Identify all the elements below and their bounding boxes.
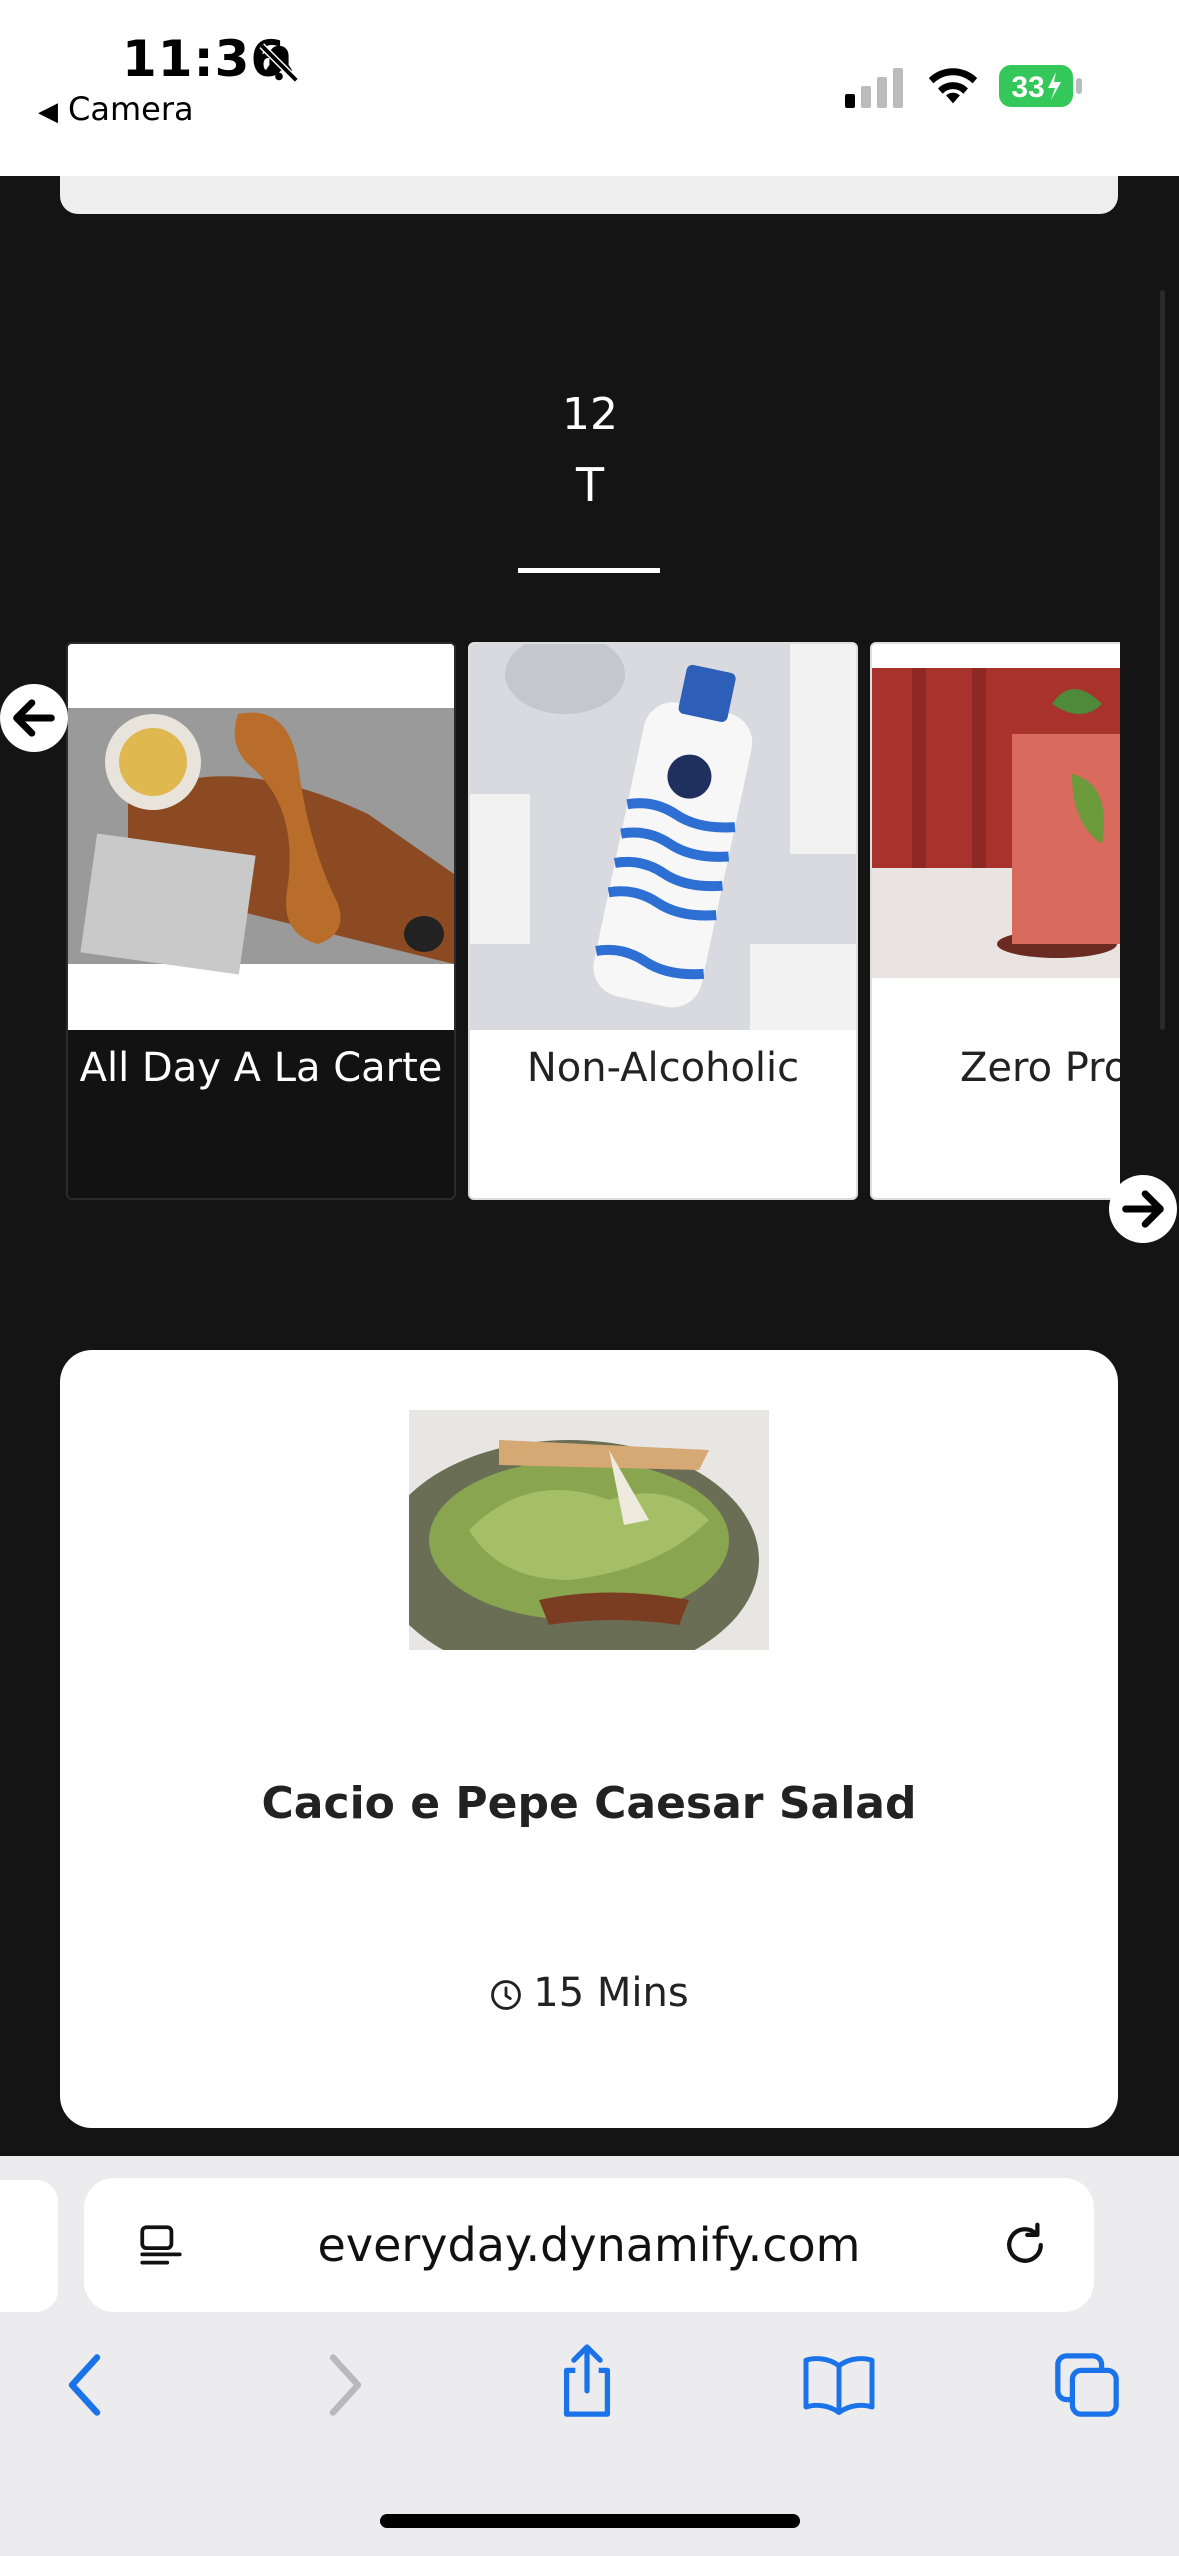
- date-selector[interactable]: 12 T: [480, 380, 700, 520]
- chevron-left-icon: [68, 2354, 101, 2416]
- caesar-salad-image: [379, 1410, 769, 1680]
- category-card-all-day-a-la-carte[interactable]: All Day A La Carte: [66, 642, 456, 1200]
- date-weekday: T: [575, 458, 605, 512]
- date-selected-underline: [518, 568, 660, 573]
- tabs-icon: [1055, 2353, 1119, 2417]
- carousel-prev-button[interactable]: [0, 684, 68, 752]
- back-to-app-link[interactable]: ◀ Camera: [38, 90, 194, 128]
- scroll-indicator: [1160, 290, 1165, 1030]
- browser-forward-button[interactable]: [318, 2350, 368, 2424]
- menu-item-title: Cacio e Pepe Caesar Salad: [261, 1778, 917, 1829]
- silent-mode-icon: [256, 40, 302, 90]
- category-card-zero-proof[interactable]: Zero Pro: [870, 642, 1120, 1200]
- home-indicator: [380, 2514, 800, 2528]
- water-bottle-image: [470, 644, 856, 1030]
- clock-icon: [491, 1980, 522, 2010]
- mocktail-image: [872, 644, 1120, 1030]
- status-bar: 11:36 ◀ Camera 33: [0, 0, 1179, 176]
- share-button[interactable]: [552, 2340, 622, 2428]
- back-app-label: Camera: [68, 90, 194, 128]
- battery-icon: 33: [998, 64, 1084, 112]
- prep-time-value: 15 Mins: [533, 1970, 689, 2016]
- prep-time: 15 Mins: [60, 1970, 1118, 2016]
- back-triangle-icon: ◀: [38, 97, 58, 127]
- tabs-button[interactable]: [1052, 2350, 1122, 2424]
- wifi-icon: [925, 62, 981, 112]
- chevron-right-icon: [329, 2354, 362, 2416]
- bookmarks-button[interactable]: [800, 2352, 878, 2422]
- reload-icon[interactable]: [998, 2218, 1052, 2276]
- share-icon: [563, 2344, 611, 2417]
- carousel-next-button[interactable]: [1109, 1175, 1177, 1243]
- search-bar-remnant: [60, 176, 1118, 214]
- cellular-signal-icon: [845, 66, 905, 114]
- date-day: 12: [562, 389, 618, 440]
- category-carousel[interactable]: All Day A La Carte Non-Alcoholic Zero Pr…: [66, 642, 1120, 1200]
- url-text: everyday.dynamify.com: [317, 2218, 861, 2272]
- browser-back-button[interactable]: [62, 2350, 112, 2424]
- category-label: All Day A La Carte: [79, 1045, 443, 1091]
- category-card-non-alcoholic[interactable]: Non-Alcoholic: [468, 642, 858, 1200]
- book-icon: [803, 2356, 875, 2415]
- battery-percent: 33: [1011, 71, 1044, 104]
- previous-tab-preview[interactable]: [0, 2180, 58, 2312]
- menu-item-card[interactable]: Cacio e Pepe Caesar Salad 15 Mins: [60, 1350, 1118, 2128]
- category-label: Zero Pro: [960, 1045, 1120, 1091]
- arrow-left-icon: [13, 699, 55, 737]
- arrow-right-icon: [1122, 1190, 1164, 1228]
- category-label: Non-Alcoholic: [526, 1045, 800, 1091]
- pretzel-image: [68, 644, 454, 1030]
- address-bar[interactable]: everyday.dynamify.com: [84, 2178, 1094, 2312]
